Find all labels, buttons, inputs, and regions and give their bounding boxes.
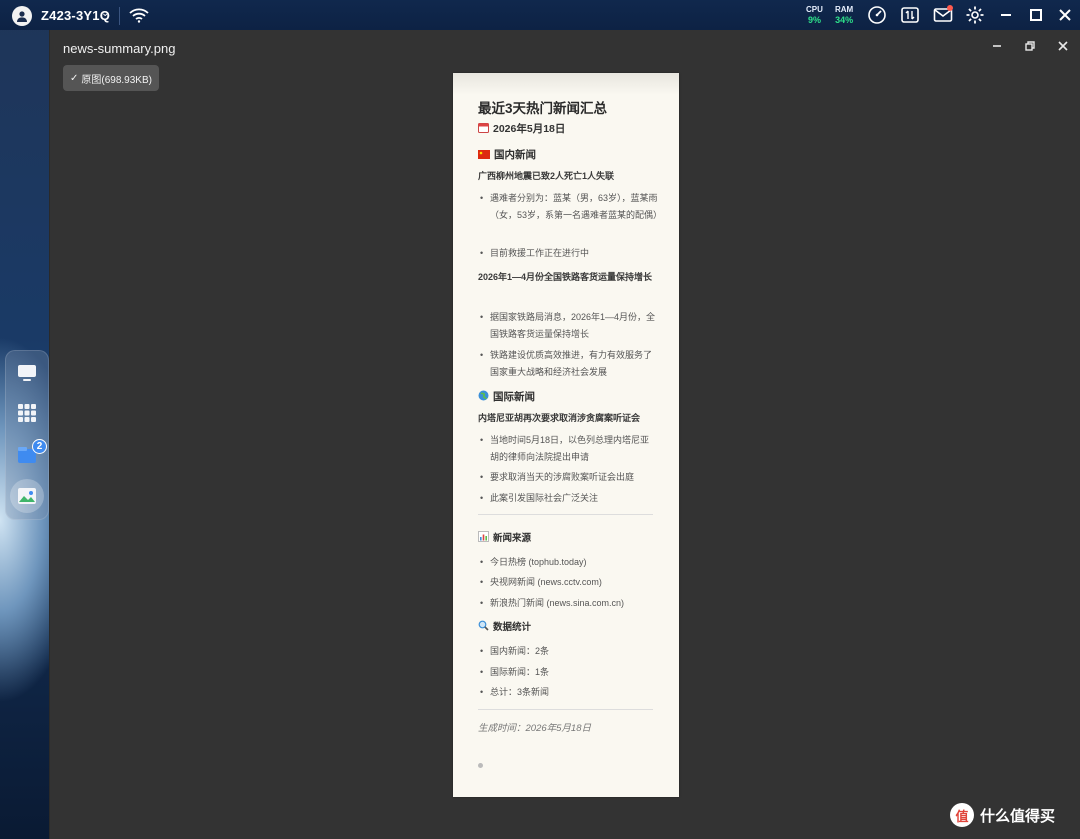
list-item: 要求取消当天的涉腐败案听证会出庭 xyxy=(480,469,658,486)
watermark-logo-icon: 值 xyxy=(950,803,974,827)
close-icon[interactable] xyxy=(1055,5,1075,25)
image-viewer-window: news-summary.png ✓ 原图(698.93KB) 最近3天热门新闻… xyxy=(49,30,1080,839)
doc-date-text: 2026年5月18日 xyxy=(493,123,566,135)
cpu-label: CPU xyxy=(806,5,823,14)
document-image: 最近3天热门新闻汇总 2026年5月18日 国内新闻 广西柳州地震已致2人死亡1… xyxy=(453,73,679,797)
sources-heading-text: 新闻来源 xyxy=(493,533,532,544)
story-title: 2026年1—4月份全国铁路客货运量保持增长 xyxy=(478,272,653,282)
photos-icon[interactable] xyxy=(13,482,41,510)
international-heading-text: 国际新闻 xyxy=(493,391,535,403)
viewer-close-button[interactable] xyxy=(1051,36,1075,56)
list-item: 央视网新闻 (news.cctv.com) xyxy=(480,574,658,591)
ram-value: 34% xyxy=(835,15,854,25)
original-image-label: 原图(698.93KB) xyxy=(81,74,152,86)
watermark-text: 什么值得买 xyxy=(980,807,1056,825)
avatar-icon[interactable] xyxy=(12,6,32,26)
stats-heading: 数据统计 xyxy=(478,619,531,633)
device-name[interactable]: Z423-3Y1Q xyxy=(41,8,110,23)
minimize-icon[interactable] xyxy=(996,5,1016,25)
list-item: 今日热榜 (tophub.today) xyxy=(480,554,658,571)
notification-dot xyxy=(947,5,953,11)
chevron-down-icon[interactable]: ⌄ xyxy=(101,8,109,19)
viewer-restore-button[interactable] xyxy=(1018,36,1042,56)
list-item: 此案引发国际社会广泛关注 xyxy=(480,490,658,507)
original-image-button[interactable]: ✓ 原图(698.93KB) xyxy=(63,65,159,91)
list-item: 新浪热门新闻 (news.sina.com.cn) xyxy=(480,595,658,612)
watermark-logo-text: 值 xyxy=(955,808,969,824)
gear-icon[interactable] xyxy=(965,5,985,25)
doc-footer xyxy=(478,763,483,768)
maximize-icon[interactable] xyxy=(1026,5,1046,25)
doc-title: 最近3天热门新闻汇总 xyxy=(478,101,608,116)
file-name: news-summary.png xyxy=(63,41,176,56)
divider xyxy=(478,709,653,710)
ram-meter[interactable]: RAM 34% xyxy=(835,5,853,25)
minimize-icon xyxy=(993,45,1001,47)
sources-heading: 新闻来源 xyxy=(478,530,531,544)
watermark: 值 什么值得买 xyxy=(950,803,1055,827)
check-icon: ✓ xyxy=(70,72,79,84)
domestic-heading: 国内新闻 xyxy=(478,147,536,162)
calendar-icon xyxy=(478,123,489,133)
china-flag-icon xyxy=(478,150,490,159)
ram-label: RAM xyxy=(835,5,854,14)
globe-icon xyxy=(478,390,489,401)
apps-grid-icon[interactable] xyxy=(13,399,41,427)
divider xyxy=(119,7,120,25)
list-item: 国内新闻：2条 xyxy=(480,643,658,660)
magnifier-icon xyxy=(478,620,489,631)
transfer-icon[interactable] xyxy=(900,5,920,25)
cpu-meter[interactable]: CPU 9% xyxy=(806,5,823,25)
dock: 2 xyxy=(5,350,49,520)
shadow xyxy=(453,73,679,95)
wifi-icon[interactable] xyxy=(129,7,149,23)
restore-icon xyxy=(1025,41,1035,51)
generated-time: 生成时间：2026年5月18日 xyxy=(478,723,591,734)
doc-date: 2026年5月18日 xyxy=(478,121,565,136)
story-title: 广西柳州地震已致2人死亡1人失联 xyxy=(478,171,615,181)
list-item: 遇难者分别为：蓝某（男，63岁），蓝某雨（女，53岁，系第一名遇难者蓝某的配偶） xyxy=(480,190,662,224)
list-item: 国际新闻：1条 xyxy=(480,664,658,681)
close-icon xyxy=(1058,41,1068,51)
bar-chart-icon xyxy=(478,531,489,542)
notification-badge: 2 xyxy=(32,439,47,454)
list-item: 当地时间5月18日，以色列总理内塔尼亚胡的律师向法院提出申请 xyxy=(480,432,658,466)
list-item: 据国家铁路局消息，2026年1—4月份，全国铁路客货运量保持增长 xyxy=(480,309,658,343)
list-item: 总计：3条新闻 xyxy=(480,684,658,701)
viewer-minimize-button[interactable] xyxy=(985,36,1009,56)
list-item: 目前救援工作正在进行中 xyxy=(480,245,658,262)
footer-logo-icon xyxy=(478,763,483,768)
domestic-heading-text: 国内新闻 xyxy=(494,149,536,161)
top-bar: Z423-3Y1Q ⌄ CPU 9% RAM 34% xyxy=(0,0,1080,30)
list-item: 铁路建设优质高效推进，有力有效服务了国家重大战略和经济社会发展 xyxy=(480,347,658,381)
monitor-icon[interactable] xyxy=(13,359,41,387)
stats-heading-text: 数据统计 xyxy=(493,622,532,633)
cpu-value: 9% xyxy=(807,15,821,25)
speedometer-icon[interactable] xyxy=(867,5,887,25)
divider xyxy=(478,514,653,515)
story-title: 内塔尼亚胡再次要求取消涉贪腐案听证会 xyxy=(478,413,641,423)
international-heading: 国际新闻 xyxy=(478,389,535,404)
